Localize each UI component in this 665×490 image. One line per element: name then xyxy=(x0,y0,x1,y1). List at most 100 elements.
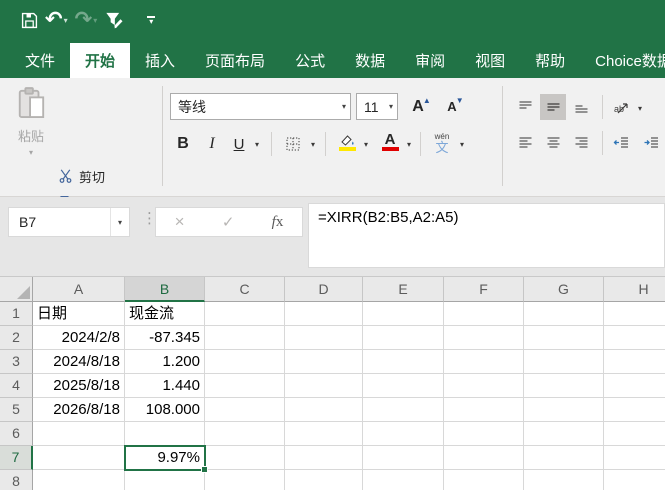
cell-D6[interactable] xyxy=(285,422,363,446)
cell-B1[interactable]: 现金流 xyxy=(125,302,205,326)
row-header-7[interactable]: 7 xyxy=(0,446,33,470)
tab-page-layout[interactable]: 页面布局 xyxy=(190,43,280,78)
align-left-button[interactable] xyxy=(512,130,538,156)
cell-G3[interactable] xyxy=(524,350,604,374)
cell-E7[interactable] xyxy=(363,446,444,470)
cell-G1[interactable] xyxy=(524,302,604,326)
chevron-down-icon[interactable]: ▾ xyxy=(29,148,33,157)
cell-B3[interactable]: 1.200 xyxy=(125,350,205,374)
row-header-6[interactable]: 6 xyxy=(0,422,33,446)
middle-align-button[interactable] xyxy=(540,94,566,120)
cell-C7[interactable] xyxy=(205,446,285,470)
cell-H4[interactable] xyxy=(604,374,665,398)
cell-F6[interactable] xyxy=(444,422,524,446)
cell-G4[interactable] xyxy=(524,374,604,398)
increase-indent-button[interactable] xyxy=(638,130,664,156)
cell-D7[interactable] xyxy=(285,446,363,470)
phonetic-dropdown[interactable]: ▾ xyxy=(456,130,468,158)
orientation-button[interactable]: ab xyxy=(608,94,634,120)
phonetic-guide-button[interactable]: wén 文 xyxy=(428,127,456,159)
row-header-8[interactable]: 8 xyxy=(0,470,33,490)
cell-F5[interactable] xyxy=(444,398,524,422)
cell-E5[interactable] xyxy=(363,398,444,422)
orientation-dropdown[interactable]: ▾ xyxy=(634,94,646,122)
cell-F1[interactable] xyxy=(444,302,524,326)
column-header-E[interactable]: E xyxy=(363,277,444,302)
cell-C1[interactable] xyxy=(205,302,285,326)
select-all-corner[interactable] xyxy=(0,277,33,302)
column-header-F[interactable]: F xyxy=(444,277,524,302)
align-center-button[interactable] xyxy=(540,130,566,156)
cell-H3[interactable] xyxy=(604,350,665,374)
fill-color-dropdown[interactable]: ▾ xyxy=(360,130,372,158)
redo-button[interactable]: ↷▾ xyxy=(75,7,98,33)
cell-H5[interactable] xyxy=(604,398,665,422)
cell-H6[interactable] xyxy=(604,422,665,446)
row-header-4[interactable]: 4 xyxy=(0,374,33,398)
underline-button[interactable]: U xyxy=(227,130,251,158)
column-header-G[interactable]: G xyxy=(524,277,604,302)
tab-home[interactable]: 开始 xyxy=(70,43,130,78)
tab-data[interactable]: 数据 xyxy=(340,43,400,78)
cell-G5[interactable] xyxy=(524,398,604,422)
row-header-1[interactable]: 1 xyxy=(0,302,33,326)
tab-insert[interactable]: 插入 xyxy=(130,43,190,78)
cell-B5[interactable]: 108.000 xyxy=(125,398,205,422)
chevron-down-icon[interactable]: ▾ xyxy=(110,208,129,236)
cell-B4[interactable]: 1.440 xyxy=(125,374,205,398)
tab-formulas[interactable]: 公式 xyxy=(280,43,340,78)
formula-bar-resize-handle[interactable]: ⋮ xyxy=(142,209,156,227)
filter-edit-button[interactable] xyxy=(104,7,125,33)
cell-G8[interactable] xyxy=(524,470,604,490)
cell-D3[interactable] xyxy=(285,350,363,374)
cell-H1[interactable] xyxy=(604,302,665,326)
font-color-button[interactable]: A xyxy=(377,128,403,156)
cell-D8[interactable] xyxy=(285,470,363,490)
cell-F2[interactable] xyxy=(444,326,524,350)
cell-E1[interactable] xyxy=(363,302,444,326)
cell-F7[interactable] xyxy=(444,446,524,470)
borders-button[interactable] xyxy=(280,130,306,158)
align-right-button[interactable] xyxy=(568,130,594,156)
tab-choice-data[interactable]: Choice数据 xyxy=(580,43,665,78)
save-button[interactable] xyxy=(20,7,38,33)
row-header-3[interactable]: 3 xyxy=(0,350,33,374)
cell-D5[interactable] xyxy=(285,398,363,422)
column-header-B[interactable]: B xyxy=(125,277,205,302)
fill-color-button[interactable] xyxy=(334,128,360,156)
chevron-down-icon[interactable]: ▾ xyxy=(389,102,397,111)
cell-D1[interactable] xyxy=(285,302,363,326)
cell-G6[interactable] xyxy=(524,422,604,446)
cell-A4[interactable]: 2025/8/18 xyxy=(33,374,125,398)
borders-dropdown[interactable]: ▾ xyxy=(307,130,319,158)
decrease-font-size-button[interactable]: A▼ xyxy=(438,93,466,121)
cell-D2[interactable] xyxy=(285,326,363,350)
cell-A8[interactable] xyxy=(33,470,125,490)
cell-F3[interactable] xyxy=(444,350,524,374)
cell-H2[interactable] xyxy=(604,326,665,350)
chevron-down-icon[interactable]: ▾ xyxy=(93,16,97,25)
cell-B6[interactable] xyxy=(125,422,205,446)
cell-E6[interactable] xyxy=(363,422,444,446)
font-size-combo[interactable]: 11 ▾ xyxy=(356,93,398,120)
cell-F8[interactable] xyxy=(444,470,524,490)
cell-E3[interactable] xyxy=(363,350,444,374)
tab-review[interactable]: 审阅 xyxy=(400,43,460,78)
decrease-indent-button[interactable] xyxy=(608,130,634,156)
cell-A3[interactable]: 2024/8/18 xyxy=(33,350,125,374)
row-header-2[interactable]: 2 xyxy=(0,326,33,350)
column-header-H[interactable]: H xyxy=(604,277,665,302)
cell-B2[interactable]: -87.345 xyxy=(125,326,205,350)
cell-A7[interactable] xyxy=(33,446,125,470)
undo-button[interactable]: ↶▾ xyxy=(45,7,68,33)
formula-input[interactable]: =XIRR(B2:B5,A2:A5) xyxy=(308,203,665,268)
cell-E2[interactable] xyxy=(363,326,444,350)
paste-button[interactable]: 粘贴 ▾ xyxy=(8,86,54,170)
cancel-button[interactable]: × xyxy=(175,212,185,232)
tab-file[interactable]: 文件 xyxy=(10,43,70,78)
column-header-A[interactable]: A xyxy=(33,277,125,302)
cell-C5[interactable] xyxy=(205,398,285,422)
chevron-down-icon[interactable]: ▾ xyxy=(342,102,350,111)
insert-function-button[interactable]: fx xyxy=(272,214,284,231)
cell-C6[interactable] xyxy=(205,422,285,446)
